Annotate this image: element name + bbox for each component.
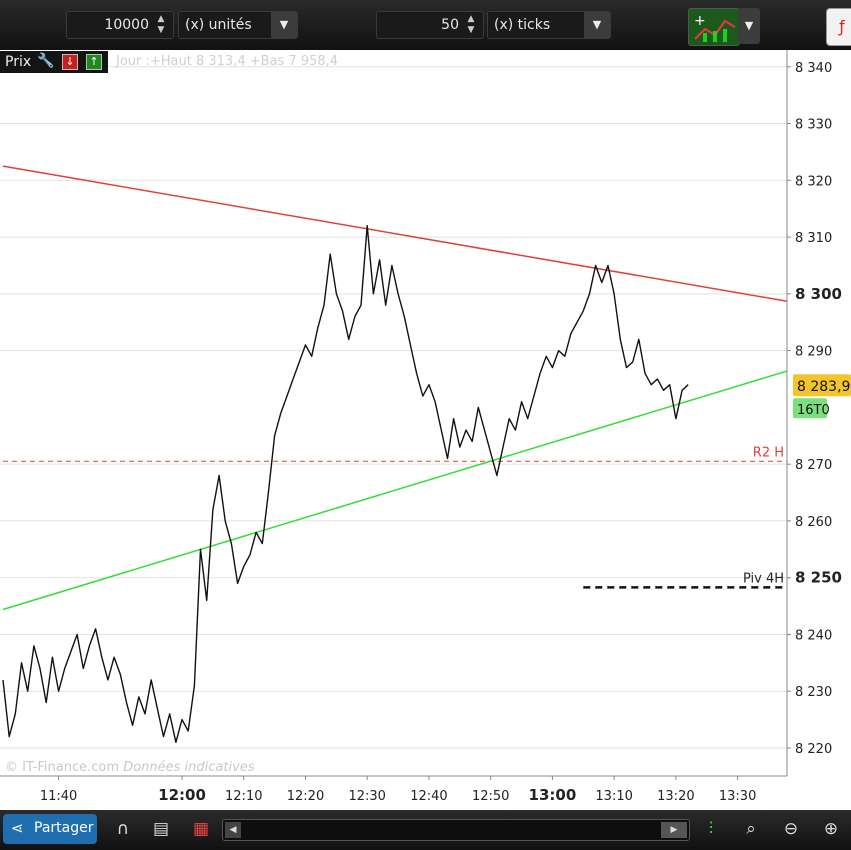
chevron-down-icon[interactable]: ▼ — [738, 8, 760, 44]
indicator-chart-icon: + — [694, 13, 736, 42]
share-button[interactable]: ⋖ Partager — [3, 814, 97, 844]
watermark: © IT-Finance.com Données indicatives — [5, 760, 255, 775]
price-badges: 8 283,9 16T0 — [793, 374, 851, 419]
scroll-right-icon[interactable]: ▶ — [661, 822, 687, 838]
time-scrollbar[interactable]: ◀ ▶ — [222, 819, 690, 841]
wrench-icon[interactable]: 🔧 — [37, 54, 54, 70]
magnet-icon[interactable]: ∩ — [110, 816, 136, 842]
stepper-arrows-icon[interactable]: ▲ ▼ — [153, 14, 169, 36]
x-tick-label: 12:10 — [225, 789, 262, 804]
list-icon[interactable]: ▤ — [148, 816, 174, 842]
y-tick-label: 8 310 — [795, 231, 832, 246]
arrow-up-icon[interactable]: ↑ — [86, 54, 102, 70]
ticks-value: 50 — [441, 17, 459, 33]
y-tick-label: 8 320 — [795, 174, 832, 189]
scroll-left-icon[interactable]: ◀ — [225, 822, 241, 838]
ticks-badge-label: 16T0 — [797, 403, 830, 418]
x-tick-label: 12:30 — [348, 789, 385, 804]
svg-text:+: + — [694, 13, 706, 29]
x-tick-label: 13:20 — [657, 789, 694, 804]
y-tick-label: 8 220 — [795, 742, 832, 757]
stepper-arrows-icon[interactable]: ▲ ▼ — [463, 14, 479, 36]
share-icon: ⋖ — [11, 819, 24, 837]
current-price-label: 8 283,9 — [797, 379, 850, 395]
top-toolbar: 10000 ▲ ▼ (x) unités ▼ 50 ▲ ▼ (x) ticks ▼ … — [0, 0, 851, 50]
chevron-down-icon[interactable]: ▼ — [271, 12, 297, 38]
y-tick-label: 8 230 — [795, 685, 832, 700]
formula-icon[interactable]: ƒ — [826, 8, 851, 46]
level-label: R2 H — [753, 445, 784, 460]
zoom-fit-icon[interactable]: ⌕ — [738, 816, 764, 842]
chart-header: Prix 🔧 ↓ ↑ — [0, 51, 108, 73]
x-axis: 11:40 12:00 12:10 12:20 12:30 12:40 12:50 13:00… — [40, 776, 756, 804]
quantity-stepper[interactable]: 10000 ▲ ▼ — [66, 11, 174, 39]
ticks-unit-select[interactable]: (x) ticks ▼ — [487, 11, 611, 39]
x-tick-label: 13:00 — [529, 786, 577, 804]
quantity-value: 10000 — [104, 17, 149, 33]
watermark-note: Données indicatives — [123, 760, 255, 775]
prix-label: Prix — [5, 54, 32, 70]
quantity-unit-label: (x) unités — [185, 17, 252, 33]
orderbook-icon[interactable]: ▦ — [188, 816, 214, 842]
y-tick-label: 8 240 — [795, 628, 832, 643]
y-tick-label: 8 300 — [795, 285, 842, 303]
x-tick-label: 13:30 — [719, 789, 756, 804]
ticks-stepper[interactable]: 50 ▲ ▼ — [376, 11, 484, 39]
zoom-in-icon[interactable]: ⊕ — [818, 816, 844, 842]
y-tick-label: 8 250 — [795, 569, 842, 587]
y-tick-label: 8 270 — [795, 458, 832, 473]
y-tick-label: 8 330 — [795, 118, 832, 133]
watermark-brand: © IT-Finance.com — [5, 760, 120, 775]
share-label: Partager — [34, 820, 94, 836]
y-tick-label: 8 260 — [795, 515, 832, 530]
price-chart[interactable]: R2 H Piv 4H 8 220 8 230 8 240 8 250 8 260 8 27… — [0, 50, 851, 810]
quantity-unit-select[interactable]: (x) unités ▼ — [178, 11, 298, 39]
candles-icon[interactable]: ⫶ — [698, 816, 724, 842]
zoom-out-icon[interactable]: ⊖ — [778, 816, 804, 842]
x-tick-label: 12:20 — [287, 789, 324, 804]
day-high-low-info: Jour :+Haut 8 313,4 +Bas 7 958,4 — [116, 54, 339, 69]
x-tick-label: 12:00 — [158, 786, 206, 804]
x-tick-label: 11:40 — [40, 789, 77, 804]
x-tick-label: 12:40 — [410, 789, 447, 804]
level-label: Piv 4H — [743, 571, 784, 586]
x-tick-label: 13:10 — [595, 789, 632, 804]
add-indicator-button[interactable]: + — [688, 8, 740, 46]
ticks-unit-label: (x) ticks — [494, 17, 551, 33]
y-tick-label: 8 290 — [795, 345, 832, 360]
y-tick-label: 8 340 — [795, 61, 832, 76]
arrow-down-icon[interactable]: ↓ — [62, 54, 78, 70]
chevron-down-icon[interactable]: ▼ — [584, 12, 610, 38]
x-tick-label: 12:50 — [472, 789, 509, 804]
